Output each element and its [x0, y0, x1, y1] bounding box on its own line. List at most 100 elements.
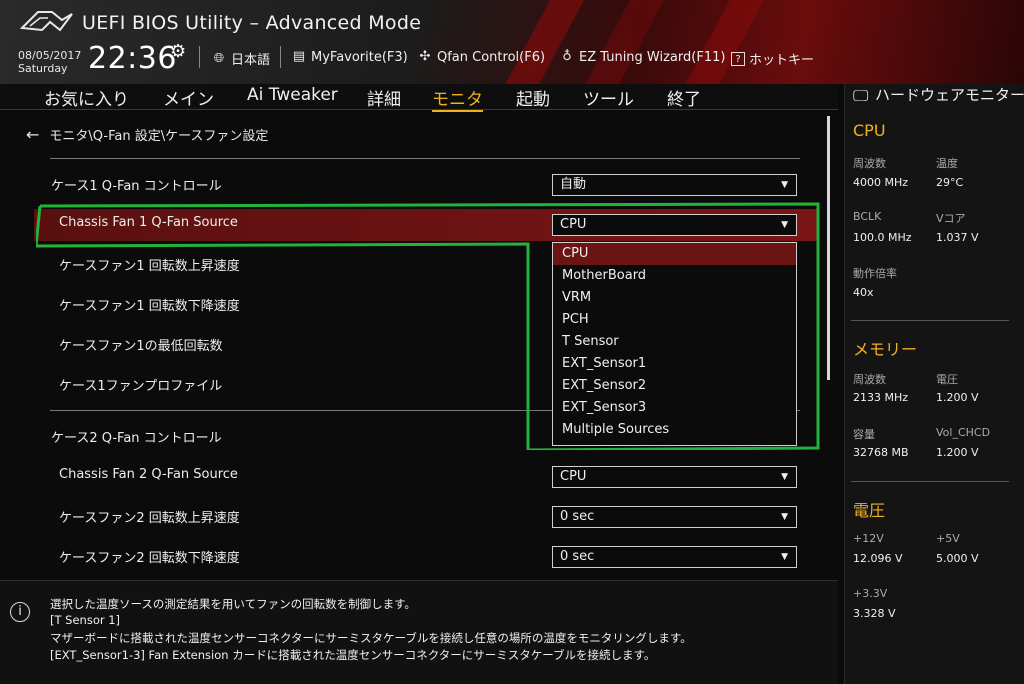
- tab-boot[interactable]: 起動: [516, 85, 550, 110]
- chevron-down-icon: ▼: [781, 512, 788, 522]
- monitor-title-text: ハードウェアモニター: [875, 86, 1024, 104]
- header-bar: UEFI BIOS Utility – Advanced Mode 08/05/…: [0, 0, 1024, 84]
- monitor-divider: [851, 481, 1009, 482]
- info-text-line: マザーボードに搭載された温度センサーコネクターにサーミスタケーブルを接続し任意の…: [50, 631, 692, 645]
- date-text: 08/05/2017: [18, 49, 82, 62]
- chevron-down-icon: ▼: [781, 220, 788, 230]
- case-fan1-min-speed-label: ケースファン1の最低回転数: [59, 339, 223, 354]
- dropdown-option-ext-sensor3[interactable]: EXT_Sensor3: [553, 397, 796, 419]
- header-separator: [199, 46, 200, 68]
- favorite-list-icon: ▤: [292, 49, 306, 64]
- info-text-line: [T Sensor 1]: [50, 613, 121, 627]
- v33-value: 3.328 V: [853, 607, 896, 620]
- lightbulb-icon: ♁: [562, 49, 572, 64]
- globe-icon: 🌐︎: [213, 50, 225, 66]
- dropdown-option-motherboard[interactable]: MotherBoard: [553, 265, 796, 287]
- info-icon: i: [10, 602, 30, 622]
- rog-logo-icon: [20, 11, 73, 32]
- case-fan1-step-up-label: ケースファン1 回転数上昇速度: [59, 259, 240, 274]
- help-question-icon: ?: [731, 51, 745, 66]
- memory-heading: メモリー: [853, 340, 918, 359]
- header-separator: [280, 46, 281, 68]
- dropdown-option-cpu[interactable]: CPU: [553, 243, 796, 265]
- dropdown-option-pch[interactable]: PCH: [553, 309, 796, 331]
- header-decoration: [654, 0, 776, 84]
- cpu-temp-label: 温度: [936, 157, 958, 170]
- cpu-freq-label: 周波数: [853, 157, 886, 170]
- cpu-temp-value: 29°C: [936, 176, 964, 189]
- header-decoration: [474, 0, 596, 84]
- ez-tuning-wizard-button[interactable]: ♁ EZ Tuning Wizard(F11): [559, 49, 725, 65]
- chassis-fan1-source-value: CPU: [560, 217, 587, 232]
- fan-icon: ✣: [419, 49, 431, 64]
- v5-label: +5V: [936, 532, 960, 545]
- monitor-divider: [851, 320, 1009, 321]
- fan-source-dropdown-list: CPU MotherBoard VRM PCH T Sensor EXT_Sen…: [552, 242, 797, 446]
- mem-freq-value: 2133 MHz: [853, 391, 909, 404]
- language-button[interactable]: 🌐︎ 日本語: [211, 49, 270, 69]
- vcore-label: Vコア: [936, 212, 966, 225]
- tab-monitor[interactable]: モニタ: [432, 85, 483, 112]
- qfan-control-button[interactable]: ✣ Qfan Control(F6): [417, 49, 545, 65]
- case-fan2-step-down-value: 0 sec: [560, 549, 595, 564]
- case-fan2-step-up-select[interactable]: 0 sec ▼: [552, 506, 797, 528]
- breadcrumb: ← モニタ\Q-Fan 設定\ケースファン設定: [26, 125, 268, 144]
- v5-value: 5.000 V: [936, 552, 979, 565]
- chassis-fan1-source-select[interactable]: CPU ▼: [552, 214, 797, 236]
- chassis-fan2-source-select[interactable]: CPU ▼: [552, 466, 797, 488]
- v33-label: +3.3V: [853, 587, 888, 600]
- tab-ai-tweaker[interactable]: Ai Tweaker: [247, 85, 338, 105]
- tab-main[interactable]: メイン: [163, 85, 214, 110]
- voltage-heading: 電圧: [853, 501, 886, 520]
- chassis-fan2-source-label: Chassis Fan 2 Q-Fan Source: [59, 467, 238, 482]
- chassis-fan1-source-label: Chassis Fan 1 Q-Fan Source: [59, 215, 238, 230]
- info-text-line: 選択した温度ソースの測定結果を用いてファンの回転数を制御します。: [50, 597, 416, 611]
- case-fan2-step-up-label: ケースファン2 回転数上昇速度: [59, 511, 240, 526]
- back-arrow-icon[interactable]: ←: [26, 125, 39, 144]
- section-divider: [50, 158, 800, 159]
- dropdown-option-ext-sensor1[interactable]: EXT_Sensor1: [553, 353, 796, 375]
- bclk-label: BCLK: [853, 210, 882, 223]
- case-fan1-step-down-label: ケースファン1 回転数下降速度: [59, 299, 240, 314]
- case1-qfan-control-select[interactable]: 自動 ▼: [552, 174, 797, 196]
- v12-label: +12V: [853, 532, 884, 545]
- chassis-fan2-source-value: CPU: [560, 469, 587, 484]
- vcore-value: 1.037 V: [936, 231, 979, 244]
- case1-fan-profile-label: ケース1ファンプロファイル: [59, 379, 223, 394]
- bclk-value: 100.0 MHz: [853, 231, 912, 244]
- tab-exit[interactable]: 終了: [667, 85, 701, 110]
- chevron-down-icon: ▼: [781, 180, 788, 190]
- clock-settings-gear-icon[interactable]: ⚙: [170, 41, 186, 62]
- case2-qfan-control-label: ケース2 Q-Fan コントロール: [51, 431, 222, 446]
- myfavorite-button[interactable]: ▤ MyFavorite(F3): [291, 49, 408, 65]
- dropdown-option-multiple-sources[interactable]: Multiple Sources: [553, 419, 796, 441]
- v12-value: 12.096 V: [853, 552, 903, 565]
- myfavorite-label: MyFavorite(F3): [311, 49, 408, 65]
- vol-chcd-label: Vol_CHCD: [936, 426, 991, 439]
- ratio-label: 動作倍率: [853, 267, 897, 280]
- tab-favorites[interactable]: お気に入り: [44, 85, 129, 110]
- ratio-value: 40x: [853, 286, 874, 299]
- mem-freq-label: 周波数: [853, 373, 886, 386]
- case-fan2-step-down-select[interactable]: 0 sec ▼: [552, 546, 797, 568]
- tab-advanced[interactable]: 詳細: [367, 85, 401, 110]
- chevron-down-icon: ▼: [781, 552, 788, 562]
- chevron-down-icon: ▼: [781, 472, 788, 482]
- main-scrollbar[interactable]: [827, 116, 830, 380]
- dropdown-option-vrm[interactable]: VRM: [553, 287, 796, 309]
- hotkeys-button[interactable]: ? ホットキー: [731, 49, 814, 68]
- weekday-text: Saturday: [18, 62, 68, 75]
- mem-volt-label: 電圧: [936, 373, 958, 386]
- mem-cap-value: 32768 MB: [853, 446, 909, 459]
- cpu-freq-value: 4000 MHz: [853, 176, 909, 189]
- app-title: UEFI BIOS Utility – Advanced Mode: [82, 12, 422, 34]
- dropdown-option-t-sensor[interactable]: T Sensor: [553, 331, 796, 353]
- case1-qfan-control-label: ケース1 Q-Fan コントロール: [51, 179, 222, 194]
- vol-chcd-value: 1.200 V: [936, 446, 979, 459]
- breadcrumb-path: モニタ\Q-Fan 設定\ケースファン設定: [49, 129, 269, 144]
- monitor-display-icon: 🖵︎: [853, 86, 869, 105]
- case-fan2-step-up-value: 0 sec: [560, 509, 595, 524]
- cpu-heading: CPU: [853, 121, 886, 140]
- dropdown-option-ext-sensor2[interactable]: EXT_Sensor2: [553, 375, 796, 397]
- tab-tool[interactable]: ツール: [583, 85, 634, 110]
